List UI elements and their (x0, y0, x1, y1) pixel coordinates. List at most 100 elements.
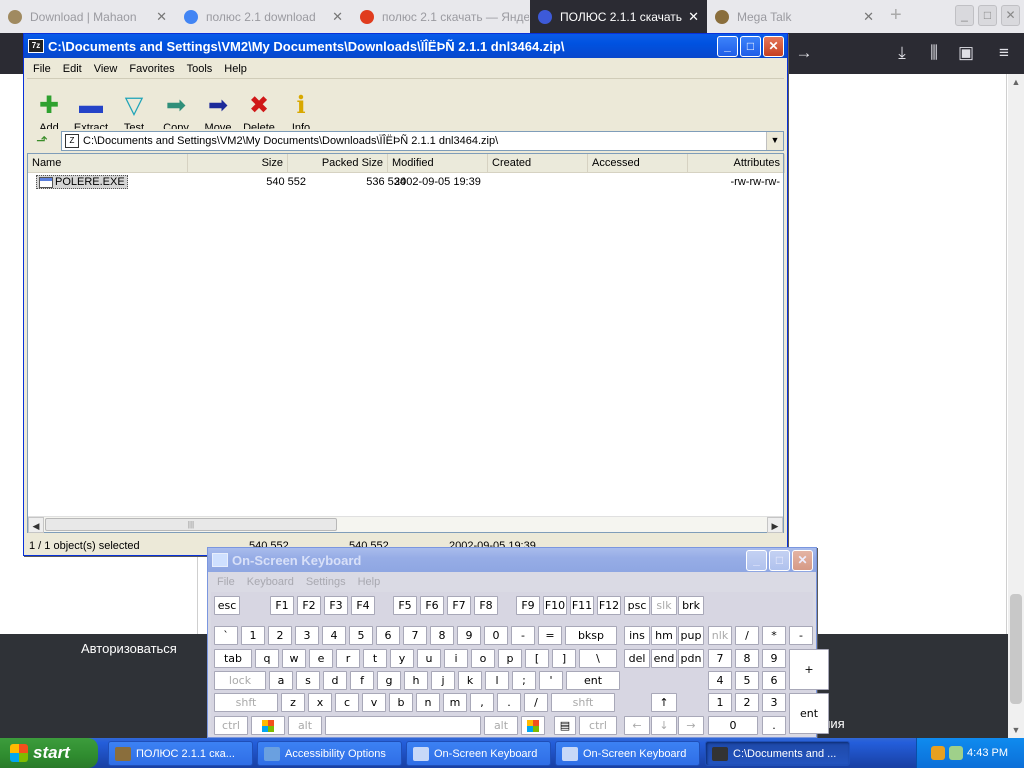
key-p[interactable]: p (498, 649, 522, 668)
windows-key-icon[interactable] (521, 716, 545, 735)
key-'[interactable]: ' (539, 671, 563, 690)
page-scrollbar[interactable]: ▲ ▼ (1008, 74, 1024, 738)
key-3[interactable]: 3 (295, 626, 319, 645)
firefox-tab[interactable]: полюс 2.1 download ✕ (176, 0, 351, 33)
key-nlk[interactable]: nlk (708, 626, 732, 645)
key-*[interactable]: * (762, 626, 786, 645)
key-ent[interactable]: ent (566, 671, 620, 690)
scroll-thumb[interactable] (1010, 594, 1022, 704)
sidebar-icon[interactable]: ▣ (954, 41, 978, 65)
key-1[interactable]: 1 (708, 693, 732, 712)
key-[[interactable]: [ (525, 649, 549, 668)
key-del[interactable]: del (624, 649, 650, 668)
key-brk[interactable]: brk (678, 596, 704, 615)
key-F8[interactable]: F8 (474, 596, 498, 615)
key-F5[interactable]: F5 (393, 596, 417, 615)
key-m[interactable]: m (443, 693, 467, 712)
key-hm[interactable]: hm (651, 626, 677, 645)
taskbar-item[interactable]: C:\Documents and ... (705, 741, 850, 766)
key-slk[interactable]: slk (651, 596, 677, 615)
key-8[interactable]: 8 (430, 626, 454, 645)
horizontal-scrollbar[interactable]: ◀ ||| ▶ (28, 516, 783, 533)
key-esc[interactable]: esc (214, 596, 240, 615)
key-lock[interactable]: lock (214, 671, 266, 690)
forward-icon[interactable]: → (792, 41, 816, 65)
osk-menu-keyboard[interactable]: Keyboard (241, 576, 300, 588)
key-,[interactable]: , (470, 693, 494, 712)
key-tab[interactable]: tab (214, 649, 252, 668)
key-i[interactable]: i (444, 649, 468, 668)
key-F10[interactable]: F10 (543, 596, 567, 615)
scroll-left-arrow-icon[interactable]: ◀ (28, 517, 44, 533)
tray-help-icon[interactable] (931, 746, 946, 760)
downloads-icon[interactable]: ⤓ (890, 41, 914, 65)
table-row[interactable]: POLERE.EXE 540 552 536 534 2002-09-05 19… (28, 174, 783, 191)
key-f[interactable]: f (350, 671, 374, 690)
key-/[interactable]: / (524, 693, 548, 712)
close-button[interactable]: ✕ (763, 36, 784, 57)
key-F11[interactable]: F11 (570, 596, 594, 615)
address-dropdown-icon[interactable]: ▼ (766, 132, 783, 150)
tray-accessibility-icon[interactable] (949, 746, 964, 760)
folder-up-icon[interactable]: ⬏ (33, 132, 51, 149)
key-3[interactable]: 3 (762, 693, 786, 712)
key-9[interactable]: 9 (762, 649, 786, 668)
key-][interactable]: ] (552, 649, 576, 668)
key-a[interactable]: a (269, 671, 293, 690)
key-j[interactable]: j (431, 671, 455, 690)
menu-item-tools[interactable]: Tools (181, 63, 219, 75)
taskbar-item[interactable]: ПОЛЮС 2.1.1 ска... (108, 741, 253, 766)
file-name[interactable]: POLERE.EXE (36, 175, 128, 189)
key-h[interactable]: h (404, 671, 428, 690)
key-4[interactable]: 4 (322, 626, 346, 645)
key-2[interactable]: 2 (268, 626, 292, 645)
menu-item-favorites[interactable]: Favorites (123, 63, 180, 75)
scroll-thumb[interactable]: ||| (45, 518, 337, 531)
key-F12[interactable]: F12 (597, 596, 621, 615)
key-shft[interactable]: shft (551, 693, 615, 712)
key-w[interactable]: w (282, 649, 306, 668)
login-link[interactable]: Авторизоваться (81, 641, 177, 656)
key-5[interactable]: 5 (349, 626, 373, 645)
column-size[interactable]: Size (188, 154, 288, 173)
key-F3[interactable]: F3 (324, 596, 348, 615)
key-F2[interactable]: F2 (297, 596, 321, 615)
key-1[interactable]: 1 (241, 626, 265, 645)
key-F1[interactable]: F1 (270, 596, 294, 615)
scroll-down-arrow-icon[interactable]: ▼ (1008, 722, 1024, 738)
key-pup[interactable]: pup (678, 626, 704, 645)
key--[interactable]: - (789, 626, 813, 645)
key-F9[interactable]: F9 (516, 596, 540, 615)
key-d[interactable]: d (323, 671, 347, 690)
firefox-tab[interactable]: Mega Talk ✕ (707, 0, 882, 33)
address-field[interactable]: Z C:\Documents and Settings\VM2\My Docum… (61, 131, 784, 151)
key-alt[interactable]: alt (288, 716, 322, 735)
key-v[interactable]: v (362, 693, 386, 712)
key-+[interactable]: + (789, 649, 829, 690)
key-r[interactable]: r (336, 649, 360, 668)
new-tab-button[interactable]: + (890, 4, 902, 27)
key-end[interactable]: end (651, 649, 677, 668)
tab-close-icon[interactable]: ✕ (682, 9, 699, 25)
key-n[interactable]: n (416, 693, 440, 712)
firefox-maximize-button[interactable]: □ (978, 5, 997, 26)
key-space[interactable] (325, 716, 481, 735)
key-alt[interactable]: alt (484, 716, 518, 735)
key-b[interactable]: b (389, 693, 413, 712)
menu-item-help[interactable]: Help (218, 63, 253, 75)
key-.[interactable]: . (762, 716, 786, 735)
key-0[interactable]: 0 (708, 716, 758, 735)
key-ctrl[interactable]: ctrl (579, 716, 617, 735)
7zip-titlebar[interactable]: 7z C:\Documents and Settings\VM2\My Docu… (24, 34, 787, 58)
scroll-up-arrow-icon[interactable]: ▲ (1008, 74, 1024, 90)
key-psc[interactable]: psc (624, 596, 650, 615)
taskbar-item[interactable]: On-Screen Keyboard (555, 741, 700, 766)
library-icon[interactable]: ⫼ (922, 41, 946, 65)
osk-minimize-button[interactable]: _ (746, 550, 767, 571)
tab-close-icon[interactable]: ✕ (150, 9, 167, 25)
key-q[interactable]: q (255, 649, 279, 668)
key-7[interactable]: 7 (403, 626, 427, 645)
key-c[interactable]: c (335, 693, 359, 712)
key-5[interactable]: 5 (735, 671, 759, 690)
osk-menu-settings[interactable]: Settings (300, 576, 352, 588)
